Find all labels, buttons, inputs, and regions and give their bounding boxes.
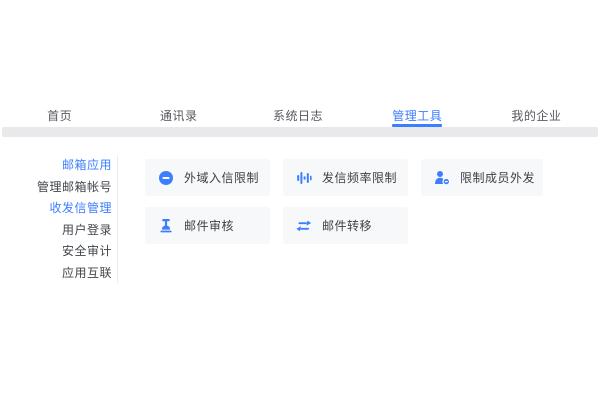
card-mail-review[interactable]: 邮件审核 (145, 207, 270, 244)
card-mail-transfer[interactable]: 邮件转移 (283, 207, 408, 244)
tab-contacts[interactable]: 通讯录 (119, 103, 238, 127)
card-send-frequency-limit[interactable]: 发信频率限制 (283, 159, 408, 196)
restrict-member-icon (434, 170, 450, 186)
tab-admin-tools-label: 管理工具 (392, 107, 442, 124)
card-label: 发信频率限制 (322, 169, 397, 186)
divider-strip (2, 127, 598, 137)
top-navigation: 首页 通讯录 系统日志 管理工具 我的企业 (0, 103, 596, 127)
frequency-bars-icon (296, 170, 312, 186)
tab-contacts-label: 通讯录 (160, 107, 198, 124)
sidebar-item-mailbox-apps[interactable]: 邮箱应用 (0, 155, 117, 175)
sidebar-item-send-receive-mgmt[interactable]: 收发信管理 (0, 198, 117, 218)
card-label: 邮件审核 (184, 217, 234, 234)
sidebar-item-security-audit[interactable]: 安全审计 (0, 241, 117, 261)
card-restrict-member-outbound[interactable]: 限制成员外发 (421, 159, 543, 196)
tab-home-label: 首页 (47, 107, 72, 124)
transfer-arrows-icon (296, 218, 312, 234)
sidebar-item-manage-mail-accounts[interactable]: 管理邮箱帐号 (0, 177, 117, 197)
tab-system-log-label: 系统日志 (273, 107, 323, 124)
card-external-inbound-limit[interactable]: 外域入信限制 (145, 159, 270, 196)
tab-my-enterprise-label: 我的企业 (511, 107, 561, 124)
card-label: 外域入信限制 (184, 169, 259, 186)
card-label: 限制成员外发 (460, 169, 535, 186)
tab-my-enterprise[interactable]: 我的企业 (477, 103, 596, 127)
sidebar: 邮箱应用 管理邮箱帐号 收发信管理 用户登录 安全审计 应用互联 (0, 155, 118, 283)
tab-home[interactable]: 首页 (0, 103, 119, 127)
sidebar-item-user-login[interactable]: 用户登录 (0, 220, 117, 240)
tab-admin-tools[interactable]: 管理工具 (358, 103, 477, 127)
card-label: 邮件转移 (322, 217, 372, 234)
tab-system-log[interactable]: 系统日志 (238, 103, 357, 127)
sidebar-item-app-interconnect[interactable]: 应用互联 (0, 263, 117, 283)
minus-circle-icon (158, 170, 174, 186)
stamp-icon (158, 218, 174, 234)
tool-card-grid: 外域入信限制 发信频率限制 限制成员外发 (145, 159, 543, 244)
